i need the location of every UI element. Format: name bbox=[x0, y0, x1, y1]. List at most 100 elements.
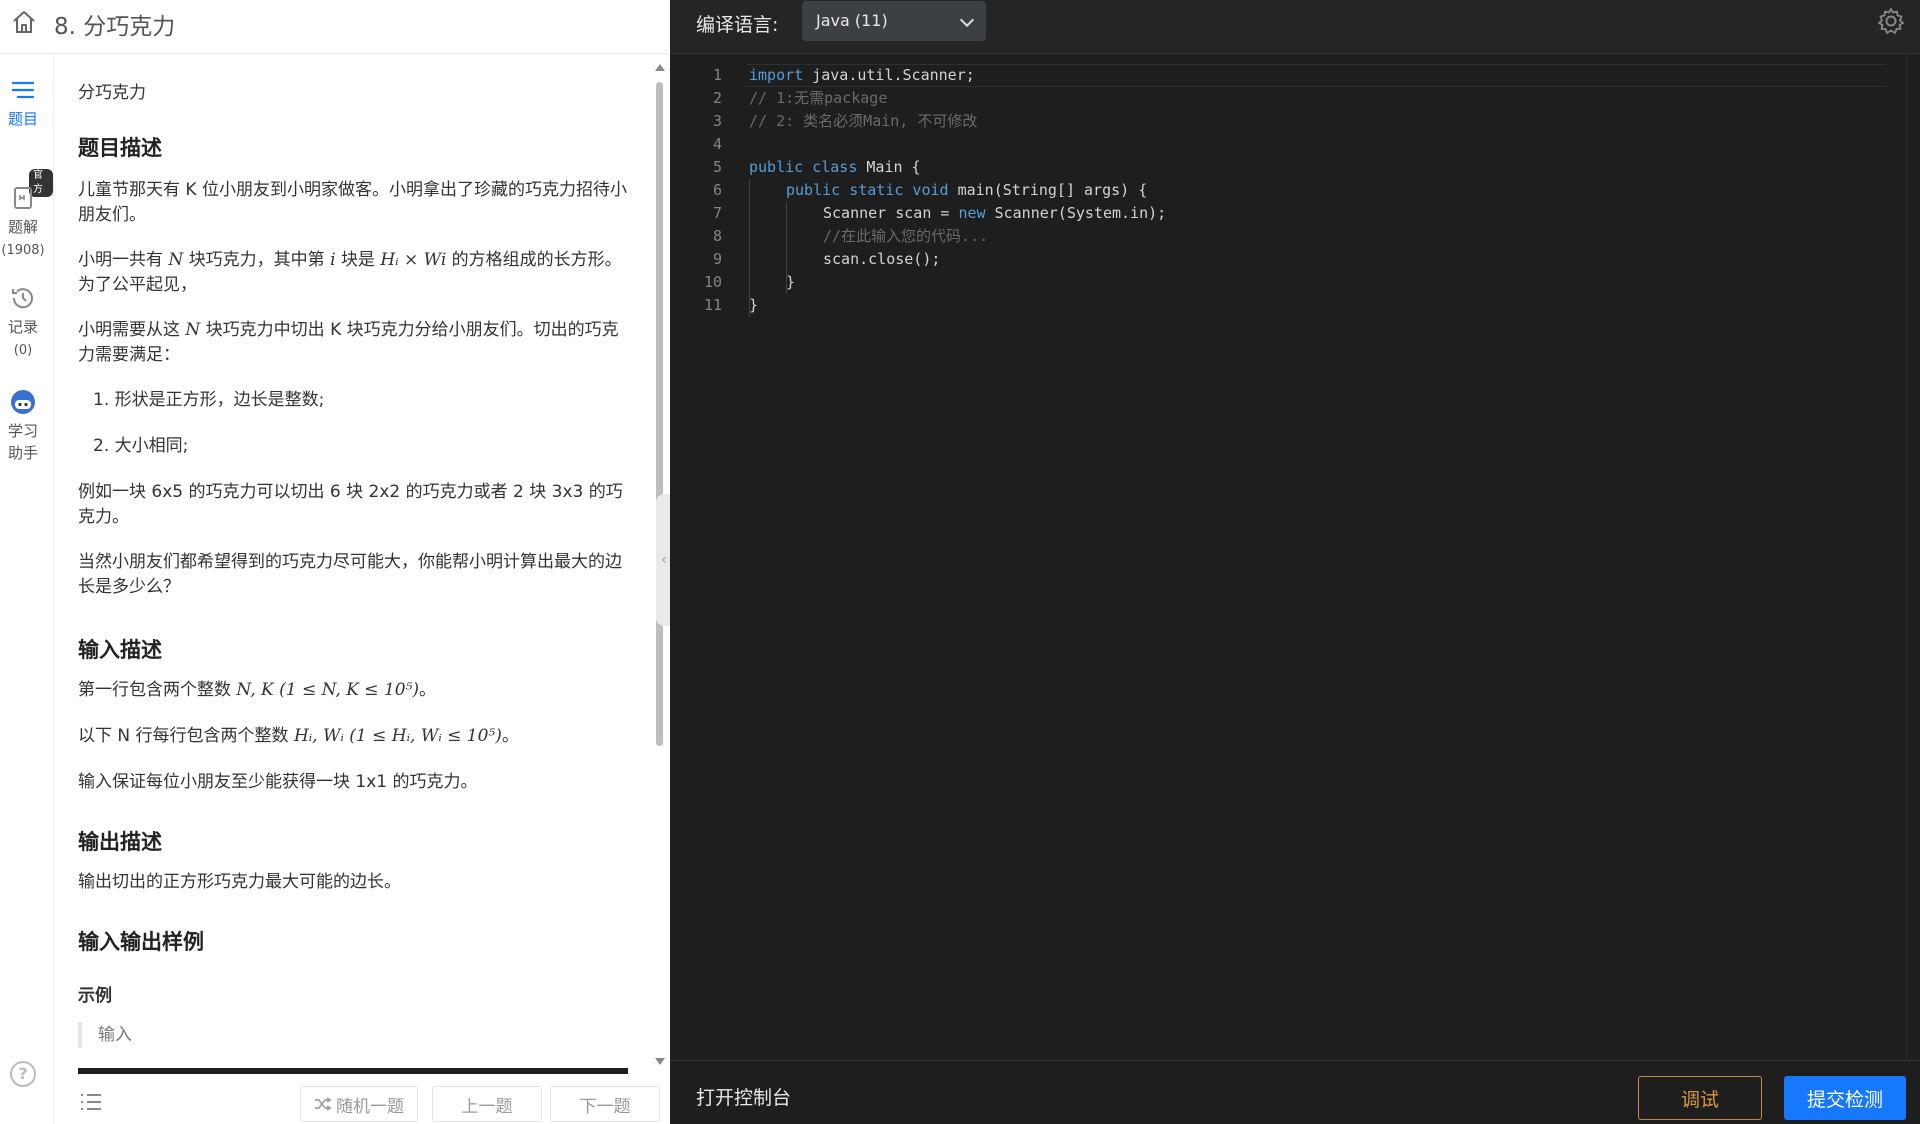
prev-problem-label: 上一题 bbox=[461, 1096, 513, 1117]
code-text: Scanner scan = new Scanner(System.in); bbox=[823, 202, 1166, 225]
code-line[interactable]: 9 scan.close(); bbox=[670, 248, 1920, 271]
problem-header: 8. 分巧克力 bbox=[0, 0, 670, 54]
help-icon[interactable]: ? bbox=[10, 1061, 36, 1087]
code-editor[interactable]: 1 import java.util.Scanner; 2 // 1:无需packag… bbox=[670, 54, 1920, 1060]
language-select[interactable]: Java (11) bbox=[802, 1, 986, 41]
code-token: scan.close(); bbox=[823, 250, 941, 268]
book-icon bbox=[14, 187, 32, 209]
random-problem-button[interactable]: 随机一题 bbox=[300, 1086, 418, 1122]
desc-paragraph-5: 当然小朋友们都希望得到的巧克力尽可能大，你能帮小明计算出最大的边长是多少么？ bbox=[78, 552, 622, 597]
line-number: 4 bbox=[712, 135, 722, 153]
code-keyword: new bbox=[958, 204, 986, 222]
desc-paragraph-2: 小明一共有 N 块巧克力，其中第 i 块是 Hᵢ × Wi 的方格组成的长方形。… bbox=[78, 250, 622, 295]
line-number: 11 bbox=[703, 296, 722, 314]
home-icon[interactable] bbox=[10, 8, 38, 36]
code-token: Main { bbox=[857, 158, 921, 176]
rail-tab-problem[interactable]: 题目 bbox=[0, 76, 46, 130]
line-number: 7 bbox=[712, 204, 722, 222]
code-token: Scanner scan = bbox=[823, 204, 959, 222]
line-number: 5 bbox=[712, 158, 722, 176]
debug-button[interactable]: 调试 bbox=[1638, 1076, 1762, 1120]
next-problem-label: 下一题 bbox=[579, 1096, 631, 1117]
problem-content: 分巧克力 题目描述 儿童节那天有 K 位小朋友到小明家做客。小明拿出了珍藏的巧克… bbox=[78, 54, 628, 1074]
code-token: Scanner(System.in); bbox=[985, 204, 1167, 222]
scrollbar-thumb[interactable] bbox=[656, 82, 663, 746]
code-token: main(String[] args) { bbox=[948, 181, 1148, 199]
code-line[interactable]: 5 public class Main { bbox=[670, 156, 1920, 179]
line-number: 6 bbox=[712, 181, 722, 199]
code-comment: //在此输入您的代码... bbox=[823, 227, 989, 245]
rail-label-assistant-1: 学习 bbox=[7, 422, 38, 440]
code-line[interactable]: 10} bbox=[670, 271, 1920, 294]
scroll-up-arrow-icon[interactable] bbox=[655, 64, 665, 71]
code-line[interactable]: 8 //在此输入您的代码... bbox=[670, 225, 1920, 248]
sample-input-label: 输入 bbox=[78, 1022, 132, 1048]
open-console-button[interactable]: 打开控制台 bbox=[696, 1083, 791, 1110]
sample-heading: 输入输出样例 bbox=[78, 930, 204, 954]
side-rail: 题目 官方 题解 (1908) 记录 (0) 学习 助手 ? bbox=[0, 54, 54, 1124]
problem-footer: 随机一题 上一题 下一题 bbox=[54, 1074, 670, 1124]
code-token: } bbox=[786, 273, 796, 291]
code-text: // 1:无需package bbox=[749, 87, 887, 110]
code-token: java.util.Scanner; bbox=[803, 66, 975, 84]
submit-button[interactable]: 提交检测 bbox=[1784, 1076, 1906, 1120]
random-problem-label: 随机一题 bbox=[336, 1096, 404, 1117]
line-number: 10 bbox=[703, 273, 722, 291]
rail-label-records: 记录 bbox=[7, 318, 38, 336]
language-label: 编译语言: bbox=[696, 14, 779, 36]
code-comment: // 1:无需package bbox=[749, 89, 888, 107]
code-line[interactable]: 3 // 2: 类名必须Main, 不可修改 bbox=[670, 110, 1920, 133]
scroll-down-arrow-icon[interactable] bbox=[655, 1058, 665, 1065]
editor-panel: 编译语言: Java (11) 1 import java.util.Scanne… bbox=[670, 0, 1920, 1124]
input-line-2: 以下 N 行每行包含两个整数 Hᵢ, Wᵢ (1 ≤ Hᵢ, Wᵢ ≤ 10⁵)… bbox=[78, 726, 519, 746]
code-text: } bbox=[786, 271, 795, 294]
problem-list-icon[interactable] bbox=[80, 1093, 102, 1111]
shuffle-icon bbox=[315, 1097, 332, 1111]
next-problem-button[interactable]: 下一题 bbox=[550, 1086, 660, 1122]
input-heading: 输入描述 bbox=[78, 638, 162, 662]
gear-icon[interactable] bbox=[1876, 6, 1906, 36]
code-text: import java.util.Scanner; bbox=[749, 64, 975, 87]
code-keyword: public static void bbox=[786, 181, 949, 199]
history-icon bbox=[12, 288, 33, 309]
prev-problem-button[interactable]: 上一题 bbox=[432, 1086, 542, 1122]
rail-label-solution: 题解 bbox=[7, 218, 38, 236]
code-text: public class Main { bbox=[749, 156, 921, 179]
page-title: 8. 分巧克力 bbox=[54, 14, 176, 40]
code-line[interactable]: 2 // 1:无需package bbox=[670, 87, 1920, 110]
desc-paragraph-3: 小明需要从这 N 块巧克力中切出 K 块巧克力分给小朋友们。切出的巧克力需要满足… bbox=[78, 320, 619, 365]
code-text: // 2: 类名必须Main, 不可修改 bbox=[749, 110, 977, 133]
rail-tab-assistant[interactable]: 学习 助手 bbox=[0, 388, 46, 464]
robot-assistant-icon bbox=[11, 390, 35, 414]
code-line[interactable]: 1 import java.util.Scanner; bbox=[670, 64, 1920, 87]
code-line[interactable]: 11} bbox=[670, 294, 1920, 317]
rail-tab-solution[interactable]: 题解 (1908) bbox=[0, 184, 46, 262]
chevron-left-icon: ‹ bbox=[661, 552, 667, 568]
code-keyword: import bbox=[749, 66, 804, 84]
desc-paragraph-4: 例如一块 6x5 的巧克力可以切出 6 块 2x2 的巧克力或者 2 块 3x3… bbox=[78, 482, 623, 527]
code-text: } bbox=[749, 294, 758, 317]
rail-tab-records[interactable]: 记录 (0) bbox=[0, 284, 46, 362]
code-line[interactable]: 4 bbox=[670, 133, 1920, 156]
line-number: 9 bbox=[712, 250, 722, 268]
rail-label-assistant-2: 助手 bbox=[7, 444, 38, 462]
code-text: scan.close(); bbox=[823, 248, 940, 271]
line-number: 2 bbox=[712, 89, 722, 107]
desc-paragraph-1: 儿童节那天有 K 位小朋友到小明家做客。小明拿出了珍藏的巧克力招待小朋友们。 bbox=[78, 180, 627, 225]
code-comment: // 2: 类名必须Main, 不可修改 bbox=[749, 112, 978, 130]
description-heading: 题目描述 bbox=[78, 136, 162, 160]
code-line[interactable]: 6 public static void main(String[] args) … bbox=[670, 179, 1920, 202]
list-lines-icon bbox=[11, 81, 35, 99]
problem-panel: 8. 分巧克力 题目 官方 题解 (1908) 记录 (0) 学习 助手 ? 分… bbox=[0, 0, 672, 1124]
editor-header: 编译语言: Java (11) bbox=[670, 0, 1920, 54]
line-number: 1 bbox=[712, 66, 722, 84]
problem-subtitle: 分巧克力 bbox=[78, 83, 146, 103]
rail-label-problem: 题目 bbox=[7, 110, 38, 128]
records-count: (0) bbox=[13, 343, 33, 358]
line-number: 3 bbox=[712, 112, 722, 130]
code-text: //在此输入您的代码... bbox=[823, 225, 988, 248]
output-line-1: 输出切出的正方形巧克力最大可能的边长。 bbox=[78, 872, 401, 892]
code-line[interactable]: 7 Scanner scan = new Scanner(System.in); bbox=[670, 202, 1920, 225]
code-text: public static void main(String[] args) { bbox=[786, 179, 1147, 202]
list-item-2: 2. 大小相同; bbox=[93, 436, 189, 456]
